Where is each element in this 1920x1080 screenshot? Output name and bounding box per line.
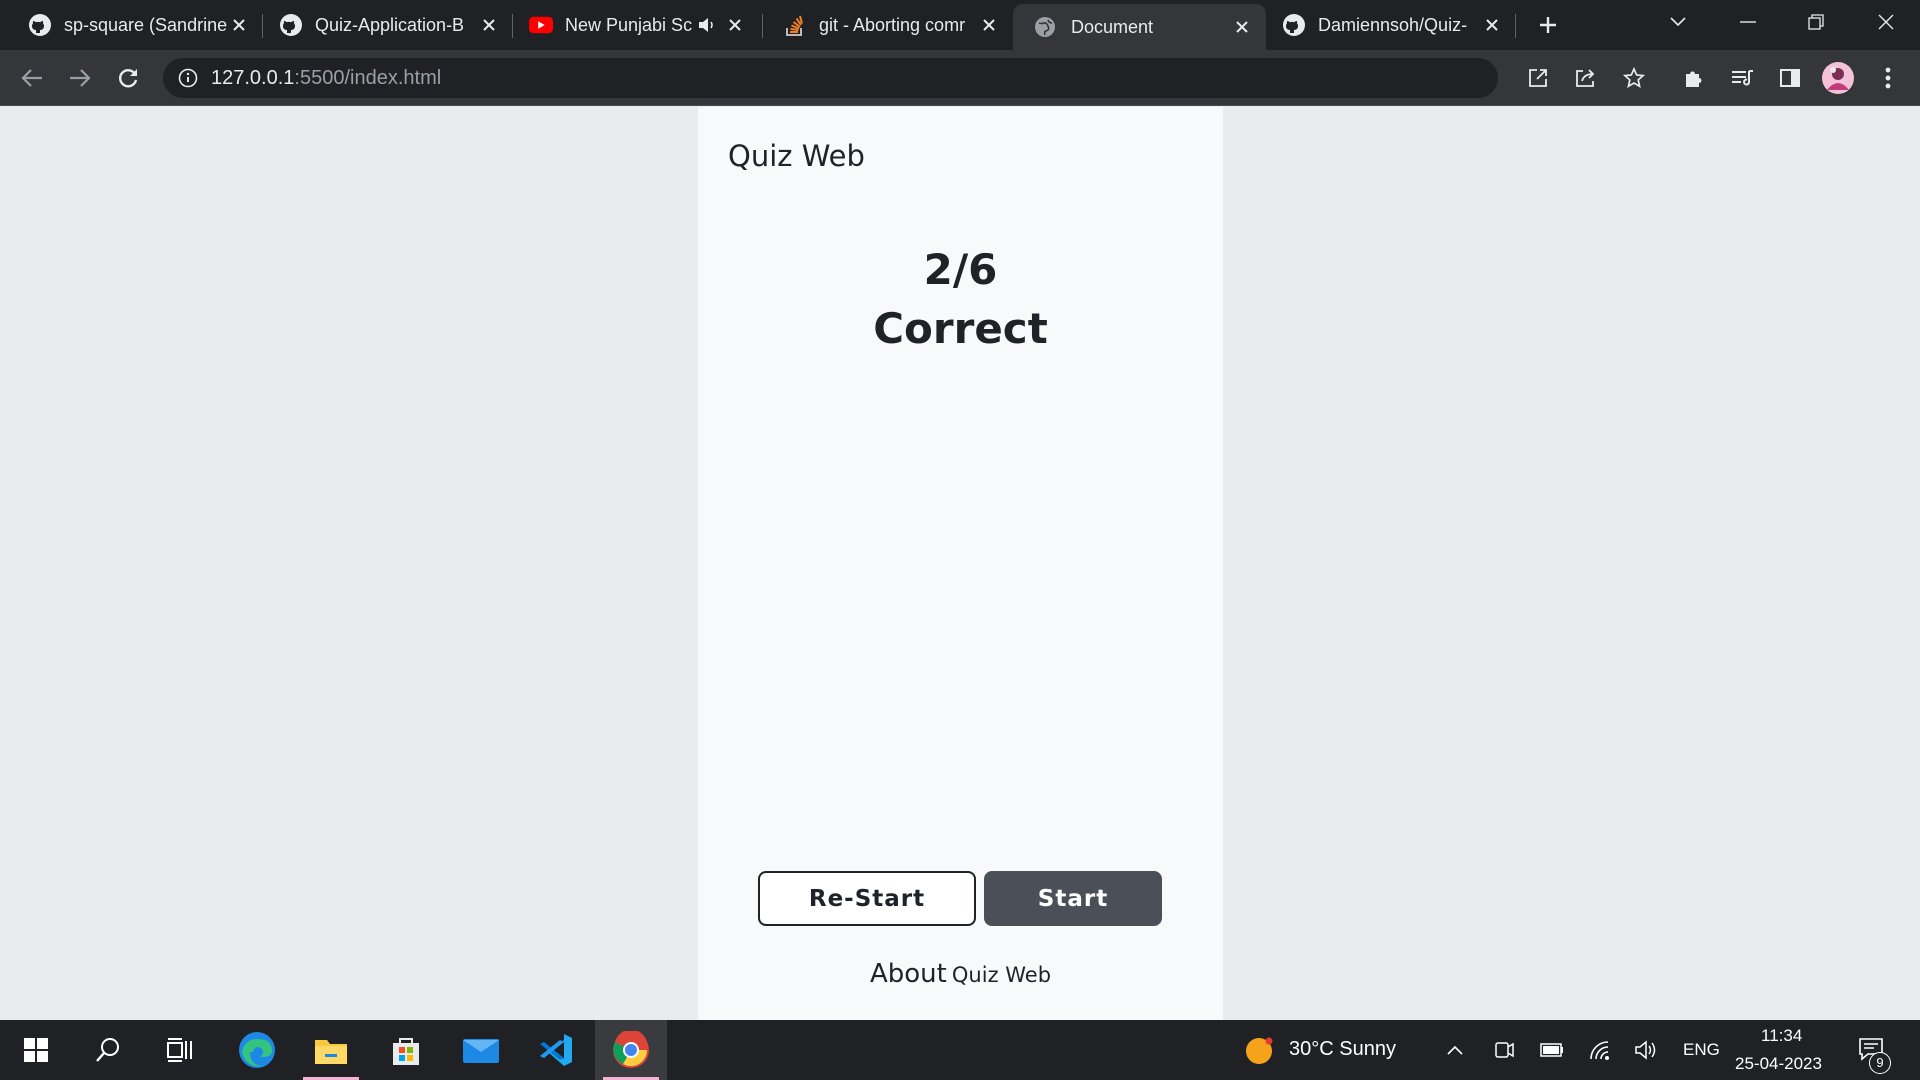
address-bar[interactable]: 127.0.0.1:5500/index.html [163, 58, 1498, 98]
start-button[interactable]: Start [984, 871, 1162, 926]
result-panel: 2/6 Correct [698, 241, 1223, 359]
vscode-icon[interactable] [520, 1020, 592, 1080]
clock-date[interactable]: 25-04-2023 [1735, 1054, 1822, 1074]
tab-title: New Punjabi Sc [565, 14, 693, 35]
github-icon [279, 13, 303, 37]
side-panel-icon[interactable] [1770, 58, 1810, 98]
extensions-puzzle-icon[interactable] [1674, 58, 1714, 98]
site-info-icon[interactable] [177, 67, 199, 89]
speaker-icon[interactable] [695, 13, 719, 37]
address-url: 127.0.0.1:5500/index.html [211, 67, 441, 90]
share-icon[interactable] [1566, 58, 1606, 98]
tab-title: git - Aborting comr [819, 14, 966, 35]
tab-search-chevron-icon[interactable] [1650, 0, 1706, 44]
new-tab-icon[interactable] [1536, 0, 1560, 50]
page-viewport: Quiz Web 2/6 Correct Re-Start Start Abou… [0, 107, 1920, 1020]
score-value: 2/6 [923, 245, 998, 294]
quiz-card: Quiz Web 2/6 Correct Re-Start Start Abou… [698, 107, 1223, 1020]
tab-damiennsoh-quiz[interactable]: Damiennsoh/Quiz- [1266, 0, 1516, 50]
meet-now-icon[interactable] [1492, 1038, 1516, 1062]
profile-avatar[interactable] [1818, 58, 1858, 98]
tab-title: Quiz-Application-B [315, 14, 465, 35]
close-window-icon[interactable] [1858, 0, 1914, 44]
score-label: Correct [873, 304, 1048, 353]
about-brand: Quiz Web [951, 963, 1052, 987]
windows-taskbar: 30°C Sunny ENG 11:34 25-04-2023 9 [0, 1020, 1920, 1080]
tab-title: Document [1071, 16, 1154, 37]
tab-separator [1515, 14, 1516, 38]
globe-icon [1033, 15, 1057, 39]
chrome-icon[interactable] [595, 1020, 667, 1080]
wifi-icon[interactable] [1588, 1038, 1612, 1062]
restore-window-icon[interactable] [1788, 0, 1844, 44]
tab-git-aborting[interactable]: git - Aborting comr [763, 0, 1013, 50]
tab-strip: sp-square (Sandrine Quiz-Application-B N… [0, 0, 1920, 50]
close-tab-icon[interactable] [723, 13, 747, 37]
close-tab-icon[interactable] [227, 13, 251, 37]
windows-start-icon[interactable] [0, 1020, 72, 1080]
close-tab-icon[interactable] [1230, 15, 1254, 39]
bookmark-star-icon[interactable] [1614, 58, 1654, 98]
media-queue-icon[interactable] [1722, 58, 1762, 98]
show-hidden-icons-chevron-icon[interactable] [1443, 1038, 1467, 1062]
edge-browser-icon[interactable] [221, 1020, 293, 1080]
clock-time[interactable]: 11:34 [1761, 1026, 1802, 1046]
microsoft-store-icon[interactable] [370, 1020, 442, 1080]
open-in-app-icon[interactable] [1518, 58, 1558, 98]
search-icon[interactable] [72, 1020, 144, 1080]
weather-sun-icon[interactable] [1244, 1036, 1274, 1066]
more-menu-icon[interactable] [1868, 58, 1908, 98]
notification-count-badge: 9 [1869, 1052, 1891, 1074]
task-view-icon[interactable] [144, 1020, 216, 1080]
minimize-icon[interactable] [1720, 0, 1776, 44]
tab-document[interactable]: Document [1013, 4, 1266, 50]
github-icon [28, 13, 52, 37]
about-link[interactable]: About Quiz Web [698, 959, 1223, 989]
tab-title: Damiennsoh/Quiz- [1318, 14, 1468, 35]
forward-arrow-icon[interactable] [60, 58, 100, 98]
file-explorer-icon[interactable] [295, 1020, 367, 1080]
volume-icon[interactable] [1634, 1038, 1658, 1062]
url-path: :5500/index.html [294, 66, 442, 89]
restart-button[interactable]: Re-Start [758, 871, 976, 926]
close-tab-icon[interactable] [477, 13, 501, 37]
browser-toolbar: 127.0.0.1:5500/index.html [0, 50, 1920, 106]
weather-text[interactable]: 30°C Sunny [1289, 1038, 1396, 1061]
quiz-brand-title[interactable]: Quiz Web [728, 139, 865, 173]
close-tab-icon[interactable] [977, 13, 1001, 37]
tab-title: sp-square (Sandrine [64, 14, 227, 35]
url-host: 127.0.0.1 [211, 66, 295, 89]
github-icon [1282, 13, 1306, 37]
stackoverflow-icon [783, 13, 807, 37]
battery-icon[interactable] [1540, 1038, 1564, 1062]
reload-icon[interactable] [108, 58, 148, 98]
language-indicator[interactable]: ENG [1683, 1040, 1720, 1060]
back-arrow-icon[interactable] [12, 58, 52, 98]
about-label: About [869, 959, 947, 989]
mail-icon[interactable] [445, 1020, 517, 1080]
tab-quiz-application[interactable]: Quiz-Application-B [263, 0, 513, 50]
tab-sp-square[interactable]: sp-square (Sandrine [0, 0, 263, 50]
close-tab-icon[interactable] [1480, 13, 1504, 37]
tab-new-punjabi[interactable]: New Punjabi Sc [513, 0, 763, 50]
youtube-icon [529, 13, 553, 37]
